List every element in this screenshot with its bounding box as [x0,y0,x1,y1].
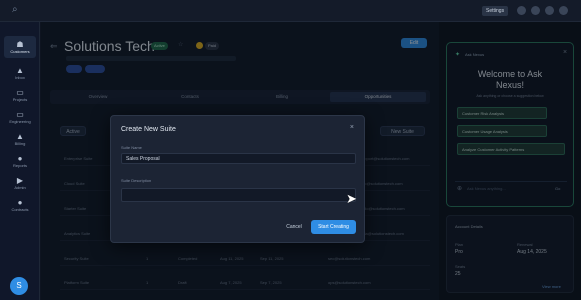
start-creating-button[interactable]: Start Creating [311,220,356,234]
suite-name-label: Suite Name [121,145,142,150]
sidebar-item-label: Inbox [15,75,25,80]
contracts-icon: ● [17,198,23,207]
sidebar-item-projects[interactable]: ▭ Projects [4,84,36,106]
top-bar: ⌕ Settings [0,0,581,22]
inbox-icon: ▲ [16,66,24,75]
billing-icon: ▲ [16,132,24,141]
create-suite-modal: Create New Suite × Suite Name Suite Desc… [110,115,365,243]
sidebar-item-label: Projects [12,97,28,102]
sidebar-item-reports[interactable]: ● Reports [4,150,36,172]
code-icon: ▭ [16,110,24,119]
help-icon[interactable] [531,6,540,15]
profile-icon[interactable] [559,6,568,15]
settings-pill[interactable]: Settings [482,6,509,16]
sidebar-item-label: Billing [14,141,26,146]
apps-icon[interactable] [545,6,554,15]
close-icon[interactable]: × [350,124,354,131]
sidebar-item-inbox[interactable]: ▲ Inbox [4,62,36,84]
projects-icon: ▭ [16,88,24,97]
sidebar: ☗ Customers ▲ Inbox ▭ Projects ▭ Engineering… [0,22,40,300]
sidebar-item-engineering[interactable]: ▭ Engineering [4,106,36,128]
sidebar-item-billing[interactable]: ▲ Billing [4,128,36,150]
sidebar-item-customers[interactable]: ☗ Customers [4,36,36,58]
bell-icon[interactable] [517,6,526,15]
cursor-icon: ➤ [346,191,357,206]
reports-icon: ● [17,154,23,163]
sidebar-item-label: Engineering [9,119,31,124]
suite-name-input[interactable] [121,153,356,164]
modal-title: Create New Suite [121,126,176,133]
sidebar-item-admin[interactable]: ▶ Admin [4,172,36,194]
sidebar-item-label: Reports [12,163,27,168]
sidebar-item-label: Admin [14,185,26,190]
users-icon: ☗ [16,40,24,49]
sidebar-item-contracts[interactable]: ● Contracts [4,194,36,216]
sidebar-item-label: Contracts [11,207,29,212]
search-icon[interactable]: ⌕ [12,4,18,15]
avatar[interactable]: S [10,277,28,295]
cancel-button[interactable]: Cancel [283,221,305,234]
sidebar-item-label: Customers [10,49,30,54]
admin-icon: ▶ [16,176,24,185]
suite-description-label: Suite Description [121,178,152,183]
suite-description-input[interactable] [121,188,356,202]
